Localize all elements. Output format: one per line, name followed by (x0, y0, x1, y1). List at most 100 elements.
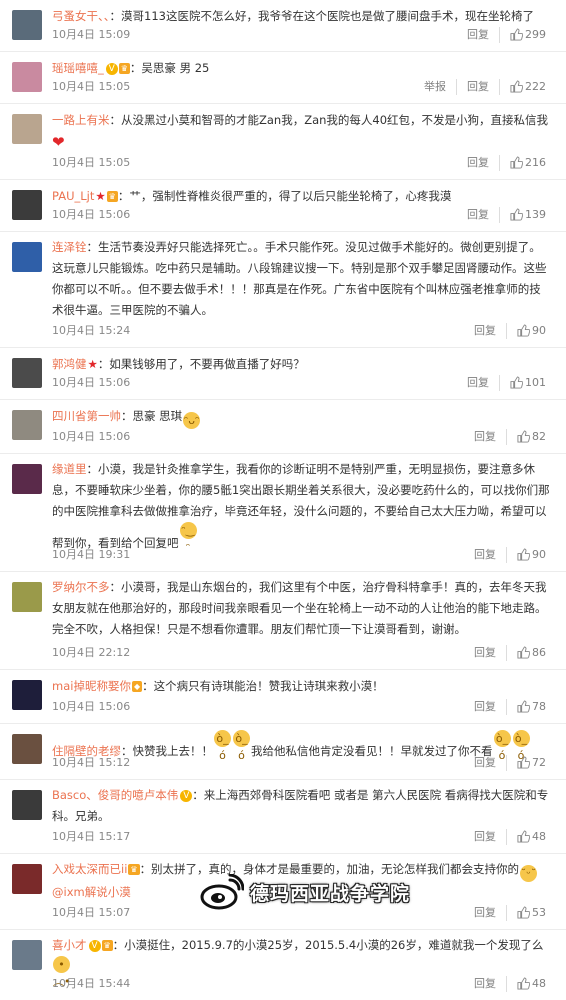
reply-button[interactable]: 回复 (464, 905, 506, 921)
username-link[interactable]: 弓蚤女干、、 (52, 9, 110, 23)
comment-body: 弓蚤女干、、：漠哥113这医院不怎么好，我爷爷在这个医院也是做了腰间盘手术，现在… (52, 6, 552, 27)
username-link[interactable]: 瑶瑶嘻嘻_ (52, 61, 104, 75)
reply-button[interactable]: 回复 (464, 829, 506, 845)
reply-button[interactable]: 回复 (464, 699, 506, 715)
username-link[interactable]: 罗纳尔不多 (52, 580, 110, 594)
comment-item: Basco、俊哥的噫卢本伟 V ：来上海西郊骨科医院看吧 或者是 第六人民医院 看病… (0, 780, 566, 854)
avatar[interactable] (12, 464, 42, 494)
report-button[interactable]: 举报 (414, 79, 456, 95)
like-button[interactable]: 86 (506, 645, 556, 661)
avatar[interactable] (12, 734, 42, 764)
like-button[interactable]: 101 (499, 375, 556, 391)
avatar[interactable] (12, 358, 42, 388)
mention-link[interactable]: @ixm解说小漠 (52, 885, 131, 899)
avatar[interactable] (12, 10, 42, 40)
comment-text: ：小漠哥，我是山东烟台的，我们这里有个中医，治疗骨科特拿手！真的，去年冬天我女朋… (52, 580, 547, 636)
avatar[interactable] (12, 62, 42, 92)
like-button[interactable]: 216 (499, 155, 556, 171)
thumbs-up-icon (510, 80, 523, 93)
angry-emoji-icon: ò_ó (493, 730, 511, 762)
like-button[interactable]: 90 (506, 547, 556, 563)
reply-button[interactable]: 回复 (464, 429, 506, 445)
avatar[interactable] (12, 940, 42, 970)
reply-button[interactable]: 回复 (464, 547, 506, 563)
comment-text: ：从没黑过小莫和智哥的才能Zan我，Zan我的每人40红包，不发是小狗，直接私信… (109, 113, 549, 127)
timestamp: 10月4日 15:05 (52, 80, 131, 93)
avatar[interactable] (12, 790, 42, 820)
comment-body: 瑶瑶嘻嘻_ V ♛ ：吴思豪 男 25 (52, 58, 552, 79)
avatar[interactable] (12, 190, 42, 220)
thumbs-up-icon (510, 28, 523, 41)
reply-button[interactable]: 回复 (464, 755, 506, 771)
star-badge-icon: ★ (95, 189, 106, 203)
avatar[interactable] (12, 410, 42, 440)
verified-v-icon: V (105, 63, 118, 75)
comment-item: 喜小才 V ♛ ：小漠挺住，2015.9.7的小漠25岁，2015.5.4小漠的26岁… (0, 930, 566, 1000)
comment-actions: 回复 90 (464, 323, 556, 339)
comment-body: Basco、俊哥的噫卢本伟 V ：来上海西郊骨科医院看吧 或者是 第六人民医院 看病… (52, 785, 552, 827)
comment-body: mai掉昵称娶你 ◆ ：这个病只有诗琪能治！赞我让诗琪来救小漠！ (52, 676, 552, 697)
timestamp: 10月4日 15:24 (52, 324, 131, 337)
reply-button[interactable]: 回复 (456, 79, 499, 95)
reply-button[interactable]: 回复 (457, 207, 499, 223)
reply-button[interactable]: 回复 (464, 323, 506, 339)
reply-button[interactable]: 回复 (457, 155, 499, 171)
level-badge-icon: ♛ (128, 864, 140, 875)
like-button[interactable]: 82 (506, 429, 556, 445)
comment-text: ：如果钱够用了，不要再做直播了好吗？ (97, 357, 305, 371)
thumbs-up-icon (510, 208, 523, 221)
username-link[interactable]: 四川省第一帅 (52, 409, 121, 423)
comment-item: 弓蚤女干、、：漠哥113这医院不怎么好，我爷爷在这个医院也是做了腰间盘手术，现在… (0, 0, 566, 52)
reply-button[interactable]: 回复 (464, 976, 506, 992)
timestamp: 10月4日 15:17 (52, 830, 131, 843)
comment-actions: 回复 72 (464, 755, 556, 771)
like-button[interactable]: 78 (506, 699, 556, 715)
reply-button[interactable]: 回复 (464, 645, 506, 661)
username-link[interactable]: 喜小才 (52, 938, 87, 952)
reply-button[interactable]: 回复 (457, 27, 499, 43)
username-link[interactable]: PAU_Ljt (52, 189, 94, 203)
like-button[interactable]: 139 (499, 207, 556, 223)
comment-text: ：快赞我上去！！ (121, 744, 213, 758)
like-button[interactable]: 72 (506, 755, 556, 771)
username-link[interactable]: Basco、俊哥的噫卢本伟 (52, 788, 178, 802)
username-link[interactable]: 一路上有米 (52, 113, 110, 127)
username-link[interactable]: 郭鸿健 (52, 357, 87, 371)
like-count: 86 (532, 646, 546, 659)
comment-text: ：漠哥113这医院不怎么好，我爷爷在这个医院也是做了腰间盘手术，现在坐轮椅了 (109, 9, 534, 23)
avatar[interactable] (12, 582, 42, 612)
like-button[interactable]: 90 (506, 323, 556, 339)
comment-item: 四川省第一帅：思豪 思琪 ᵔᴗᵔ 10月4日 15:06 回复 82 (0, 400, 566, 454)
comment-text: ：这个病只有诗琪能治！赞我让诗琪来救小漠！ (142, 679, 384, 693)
comment-actions: 回复 216 (457, 155, 556, 171)
timestamp: 10月4日 15:06 (52, 700, 131, 713)
avatar[interactable] (12, 680, 42, 710)
comment-item: PAU_Ljt★ ♛ ：艹，强制性脊椎炎很严重的，得了以后只能坐轮椅了，心疼我漠 1… (0, 180, 566, 232)
thumbs-up-icon (517, 548, 530, 561)
thumbs-up-icon (517, 756, 530, 769)
username-link[interactable]: 入戏太深而已ii (52, 862, 127, 876)
thumbs-up-icon (517, 700, 530, 713)
star-badge-icon: ★ (87, 357, 98, 371)
timestamp: 10月4日 15:44 (52, 977, 131, 990)
username-link[interactable]: mai掉昵称娶你 (52, 679, 131, 693)
username-link[interactable]: 缘道里 (52, 462, 87, 476)
avatar[interactable] (12, 864, 42, 894)
comment-body: 一路上有米：从没黑过小莫和智哥的才能Zan我，Zan我的每人40红包，不发是小狗… (52, 110, 552, 153)
like-button[interactable]: 48 (506, 976, 556, 992)
username-link[interactable]: 连泽铨 (52, 240, 87, 254)
like-button[interactable]: 299 (499, 27, 556, 43)
level-badge-icon: ♛ (118, 63, 130, 74)
comment-text-2: 我给他私信他肯定没看见！！早就发过了你不看 (251, 744, 493, 758)
avatar[interactable] (12, 242, 42, 272)
comment-body: 四川省第一帅：思豪 思琪 ᵔᴗᵔ (52, 406, 552, 429)
timestamp: 10月4日 15:06 (52, 376, 131, 389)
avatar[interactable] (12, 114, 42, 144)
like-button[interactable]: 222 (499, 79, 556, 95)
like-button[interactable]: 48 (506, 829, 556, 845)
comment-actions: 回复 101 (457, 375, 556, 391)
reply-button[interactable]: 回复 (457, 375, 499, 391)
like-button[interactable]: 53 (506, 905, 556, 921)
level-badge-icon: ♛ (106, 191, 118, 202)
comment-item: 缘道里：小漠，我是针灸推拿学生，我看你的诊断证明不是特别严重，无明显损伤，要注意… (0, 454, 566, 572)
